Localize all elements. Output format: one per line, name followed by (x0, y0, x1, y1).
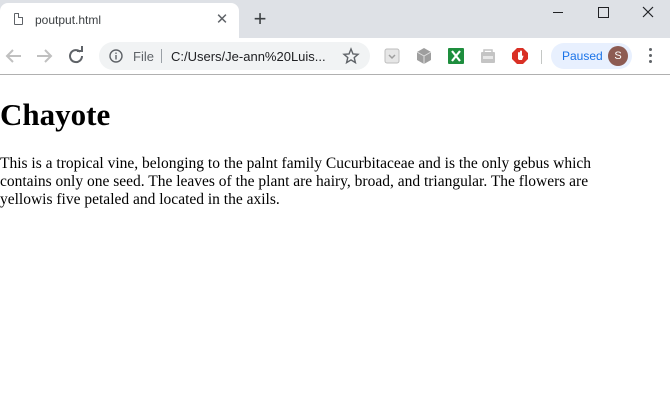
extension-cube-icon[interactable] (415, 47, 433, 65)
star-icon[interactable] (342, 47, 360, 65)
maximize-button[interactable] (581, 0, 625, 24)
address-bar[interactable]: File C:/Users/Je-ann%20Luis... (99, 42, 370, 70)
arrow-left-icon (5, 49, 21, 63)
extension-pocket-icon[interactable] (383, 47, 401, 65)
back-button[interactable] (2, 44, 26, 68)
info-icon[interactable] (109, 49, 123, 63)
close-icon[interactable]: ✕ (214, 12, 230, 28)
menu-dot (649, 60, 652, 63)
extension-store-icon[interactable] (479, 47, 497, 65)
toolbar-divider (541, 50, 542, 64)
menu-dot (649, 48, 652, 51)
reload-icon (69, 46, 84, 64)
browser-window: poutput.html ✕ + File C:/Users/Je-ann%20… (0, 0, 670, 412)
tab-title: poutput.html (35, 13, 102, 27)
page-heading: Chayote (0, 97, 111, 132)
reload-button[interactable] (64, 44, 88, 68)
extension-adblock-icon[interactable] (511, 47, 529, 65)
page-paragraph: This is a tropical vine, belonging to th… (0, 155, 592, 208)
toolbar: File C:/Users/Je-ann%20Luis... Paused S (0, 38, 670, 75)
window-close-button[interactable] (626, 0, 670, 24)
scheme-label: File (133, 49, 154, 64)
profile-status: Paused (562, 49, 603, 63)
page-content: Chayote This is a tropical vine, belongi… (0, 75, 670, 412)
forward-button[interactable] (32, 44, 56, 68)
arrow-right-icon (37, 49, 53, 63)
window-close-icon (642, 6, 654, 18)
omnibox-divider (161, 49, 162, 63)
profile-button[interactable]: Paused S (551, 43, 632, 69)
avatar: S (608, 46, 628, 66)
minimize-button[interactable] (536, 0, 580, 24)
kebab-menu-icon[interactable] (642, 47, 658, 65)
tab-active[interactable]: poutput.html ✕ (0, 3, 239, 38)
extension-excel-icon[interactable] (447, 47, 465, 65)
document-icon (14, 13, 23, 25)
plus-icon[interactable]: + (250, 8, 270, 30)
minimize-icon (553, 11, 563, 13)
url-text[interactable]: C:/Users/Je-ann%20Luis... (171, 49, 326, 64)
maximize-icon (597, 6, 609, 18)
tab-strip: poutput.html ✕ + (0, 0, 670, 38)
menu-dot (649, 54, 652, 57)
